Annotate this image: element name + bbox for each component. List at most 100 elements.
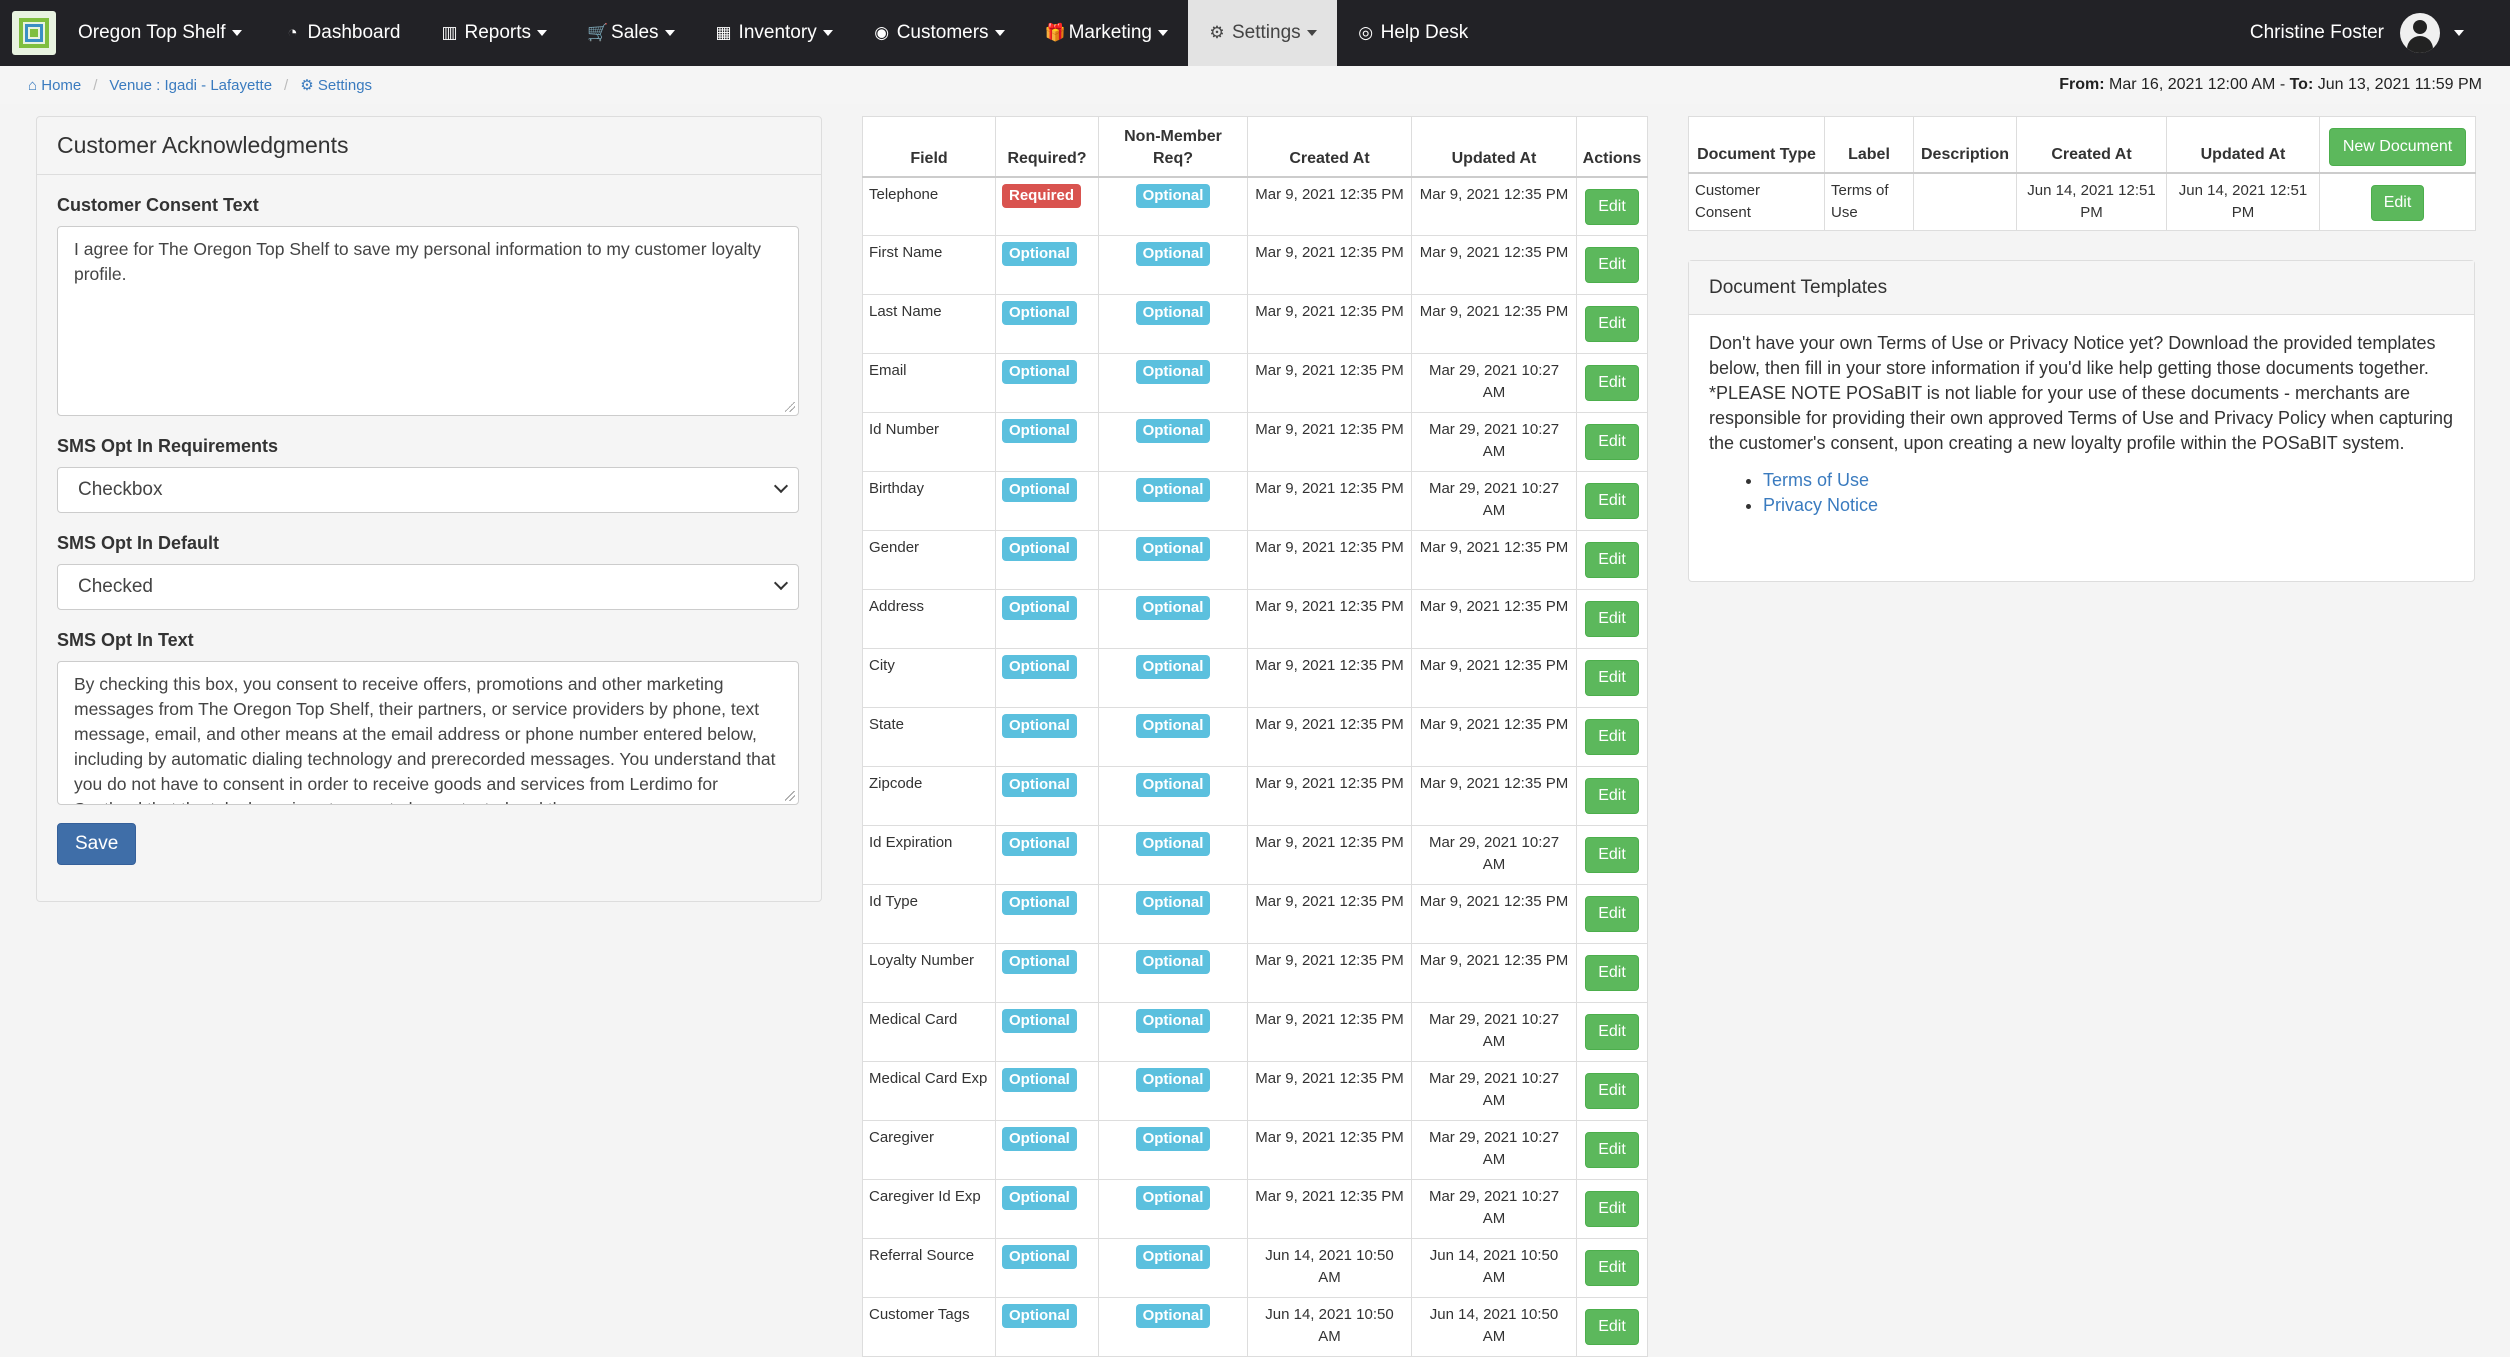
nonmember-badge: Optional [1135,478,1211,502]
required-cell: Optional [995,589,1099,649]
resize-handle-icon[interactable] [785,791,795,801]
nav-item-marketing[interactable]: 🎁 Marketing [1025,0,1188,66]
nav-item-dashboard[interactable]: ◔ Dashboard [264,0,421,66]
field-name: Loyalty Number [862,943,996,1003]
required-badge: Optional [1002,714,1077,738]
created-at: Mar 9, 2021 12:35 PM [1247,589,1412,649]
nonmember-cell: Optional [1098,412,1248,472]
nav-item-help-desk[interactable]: ◎ Help Desk [1337,0,1489,66]
sms-text-input[interactable]: By checking this box, you consent to rec… [57,661,799,805]
required-cell: Optional [995,1179,1099,1239]
breadcrumb-separator: / [93,76,98,94]
updated-at: Mar 29, 2021 10:27 AM [1411,1002,1577,1062]
edit-button[interactable]: Edit [1585,601,1639,637]
updated-at: Mar 29, 2021 10:27 AM [1411,471,1577,531]
nonmember-cell: Optional [1098,766,1248,826]
actions-cell: Edit [1576,884,1648,944]
table-row: Referral Source Optional Optional Jun 14, 2… [862,1238,1648,1298]
save-button[interactable]: Save [57,823,137,865]
sms-requirements-value: Checkbox [78,479,163,500]
breadcrumb-home[interactable]: ⌂ Home [28,77,81,94]
templates-title: Document Templates [1689,261,2474,315]
new-document-button[interactable]: New Document [2328,127,2467,166]
edit-document-button[interactable]: Edit [2370,184,2425,221]
edit-button[interactable]: Edit [1585,188,1639,225]
nav-item-inventory[interactable]: ▦ Inventory [695,0,853,66]
created-at: Mar 9, 2021 12:35 PM [1247,235,1412,295]
breadcrumb-settings[interactable]: ⚙ Settings [300,76,372,94]
edit-button[interactable]: Edit [1585,424,1639,460]
nav-brand-dropdown[interactable]: Oregon Top Shelf [66,0,264,66]
template-link-terms-of-use[interactable]: Terms of Use [1763,470,1869,490]
created-at: Jun 14, 2021 10:50 AM [1247,1297,1412,1357]
required-badge: Optional [1002,655,1077,679]
document-type-link[interactable]: Customer Consent [1688,172,1825,231]
edit-button[interactable]: Edit [1585,660,1639,696]
edit-button[interactable]: Edit [1585,1309,1639,1345]
created-at: Mar 9, 2021 12:35 PM [1247,353,1412,413]
edit-button[interactable]: Edit [1585,483,1639,519]
templates-link-list: Terms of Use Privacy Notice [1709,468,2454,518]
cogs-icon: ⚙ [1209,23,1225,42]
created-at: Jun 14, 2021 10:50 AM [1247,1238,1412,1298]
date-from-label: From: [2059,76,2105,93]
updated-at: Jun 14, 2021 10:50 AM [1411,1238,1577,1298]
sms-requirements-select[interactable]: Checkbox [57,467,799,513]
edit-button[interactable]: Edit [1585,365,1639,401]
grid-icon: ▦ [715,23,732,42]
edit-button[interactable]: Edit [1585,955,1639,991]
nonmember-badge: Optional [1135,1245,1211,1269]
posabit-logo[interactable] [12,11,56,55]
breadcrumb-venue[interactable]: Venue : Igadi - Lafayette [109,77,272,94]
actions-cell: Edit [1576,353,1648,413]
nonmember-badge: Optional [1135,183,1211,208]
sms-default-value: Checked [78,576,153,597]
nonmember-cell: Optional [1098,1297,1248,1357]
required-badge: Optional [1002,537,1077,561]
created-at: Mar 9, 2021 12:35 PM [1247,648,1412,708]
edit-button[interactable]: Edit [1585,1132,1639,1168]
nav-item-settings[interactable]: ⚙ Settings [1187,0,1337,66]
edit-button[interactable]: Edit [1585,1250,1639,1286]
table-row: Email Optional Optional Mar 9, 2021 12:35 P… [862,353,1648,413]
user-menu[interactable]: Christine Foster [2250,13,2510,53]
table-row: First Name Optional Optional Mar 9, 2021 12… [862,235,1648,295]
required-cell: Optional [995,884,1099,944]
nonmember-badge: Optional [1135,596,1211,620]
field-name: Id Number [862,412,996,472]
edit-button[interactable]: Edit [1585,778,1639,814]
required-badge: Optional [1002,1009,1077,1033]
required-badge: Optional [1002,1304,1077,1328]
edit-button[interactable]: Edit [1585,247,1639,283]
column-header: Field [862,116,996,178]
edit-button[interactable]: Edit [1585,719,1639,755]
edit-button[interactable]: Edit [1585,306,1639,342]
field-name: Telephone [862,176,996,236]
edit-button[interactable]: Edit [1585,1073,1639,1109]
sms-default-select[interactable]: Checked [57,564,799,610]
field-name: Birthday [862,471,996,531]
user-avatar-icon[interactable] [2400,13,2440,53]
nav-item-customers[interactable]: ◉ Customers [853,0,1025,66]
resize-handle-icon[interactable] [785,402,795,412]
nonmember-cell: Optional [1098,176,1248,236]
actions-cell: Edit [1576,176,1648,236]
updated-at: Jun 14, 2021 12:51 PM [2166,172,2320,231]
edit-button[interactable]: Edit [1585,1191,1639,1227]
edit-button[interactable]: Edit [1585,1014,1639,1050]
edit-button[interactable]: Edit [1585,896,1639,932]
life-ring-icon: ◎ [1358,23,1374,42]
breadcrumb-home-label: Home [41,76,82,94]
table-row: Customer Tags Optional Optional Jun 14, 202… [862,1297,1648,1357]
field-name: Caregiver Id Exp [862,1179,996,1239]
consent-text-input[interactable]: I agree for The Oregon Top Shelf to save… [57,226,799,416]
edit-button[interactable]: Edit [1585,837,1639,873]
template-link-privacy-notice[interactable]: Privacy Notice [1763,495,1878,515]
cogs-icon: ⚙ [300,77,314,94]
nav-item-reports[interactable]: ▥ Reports [420,0,567,66]
nonmember-badge: Optional [1135,1127,1211,1151]
nonmember-badge: Optional [1135,714,1211,738]
nav-brand-label: Oregon Top Shelf [78,22,226,43]
edit-button[interactable]: Edit [1585,542,1639,578]
nav-item-sales[interactable]: 🛒 Sales [567,0,695,66]
